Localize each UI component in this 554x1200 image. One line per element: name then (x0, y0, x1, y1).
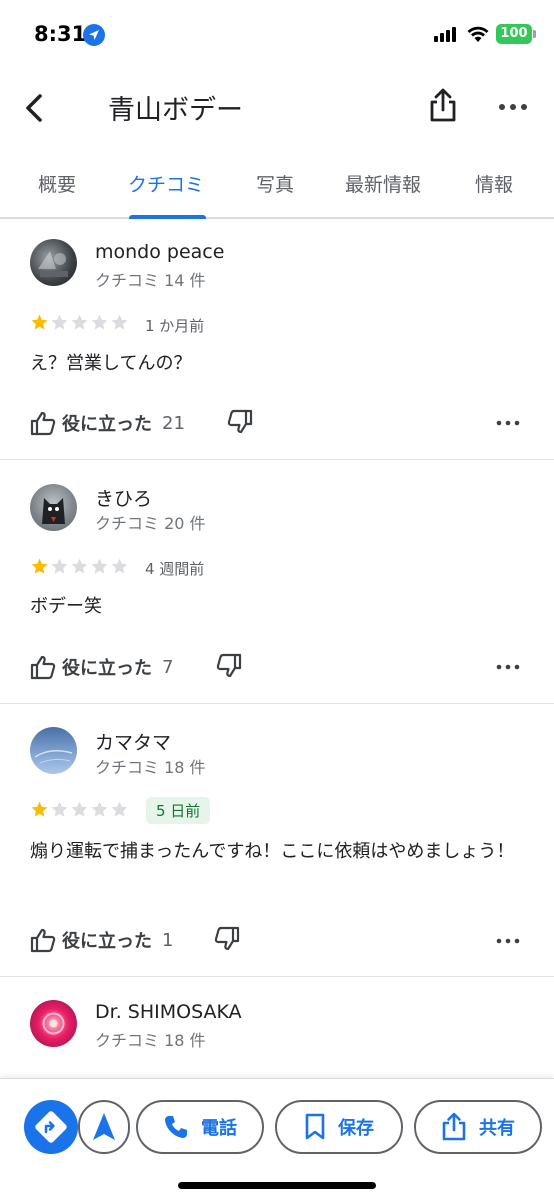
call-label: 電話 (201, 1118, 237, 1139)
directions-button[interactable] (24, 1100, 78, 1154)
reviewer-name[interactable]: Dr. SHIMOSAKA (95, 1001, 242, 1023)
location-arrow-icon (83, 24, 105, 46)
star-empty-icon (71, 314, 88, 330)
tab-overview[interactable]: 概要 (38, 170, 76, 197)
review-text: え？営業してんの？ (30, 353, 192, 374)
helpful-label: 役に立った (62, 931, 152, 952)
more-icon (499, 104, 527, 110)
reviewer-name[interactable]: mondo peace (95, 241, 224, 263)
more-icon (496, 420, 520, 426)
share-icon (442, 1112, 466, 1141)
helpful-label: 役に立った (62, 414, 152, 435)
share-place-button[interactable]: 共有 (414, 1100, 542, 1154)
thumbs-down-icon (214, 926, 240, 951)
helpful-label: 役に立った (62, 658, 152, 679)
star-rating (30, 557, 129, 576)
tab-photos[interactable]: 写真 (256, 170, 294, 197)
tab-bar: 概要 クチコミ 写真 最新情報 情報 (0, 150, 554, 219)
helpful-count: 21 (162, 412, 185, 434)
cellular-signal-icon (434, 27, 456, 42)
star-empty-icon (111, 558, 128, 574)
directions-icon (35, 1111, 67, 1143)
review-card: mondo peace クチコミ 14 件 1 か月前 え？営業してんの？ 役に… (0, 219, 554, 460)
bottom-action-bar: 電話 保存 共有 (0, 1078, 554, 1200)
review-card: カマタマ クチコミ 18 件 5 日前 煽り運転で捕まったんですね！ここに依頼は… (0, 704, 554, 977)
review-more-button[interactable] (494, 659, 522, 673)
reviewer-avatar[interactable] (30, 239, 77, 286)
save-label: 保存 (338, 1118, 374, 1139)
not-helpful-button[interactable] (227, 409, 257, 439)
reviewer-review-count: クチコミ 14 件 (95, 271, 206, 290)
tab-about[interactable]: 情報 (475, 170, 513, 197)
back-button[interactable] (18, 88, 52, 128)
star-filled-icon (31, 314, 48, 330)
status-time: 8:31 (34, 22, 87, 46)
place-header: 青山ボデー (0, 70, 554, 150)
share-icon (430, 88, 456, 122)
share-label: 共有 (479, 1118, 515, 1139)
save-button[interactable]: 保存 (275, 1100, 403, 1154)
not-helpful-button[interactable] (216, 653, 246, 683)
star-empty-icon (91, 801, 108, 817)
battery-indicator: 100 (496, 24, 536, 44)
reviewer-review-count: クチコミ 18 件 (95, 1031, 206, 1050)
star-empty-icon (91, 314, 108, 330)
reviewer-avatar[interactable] (30, 727, 77, 774)
wifi-icon (467, 26, 489, 42)
reviewer-name[interactable]: きひろ (95, 484, 152, 511)
star-empty-icon (51, 801, 68, 817)
thumbs-up-icon (30, 655, 56, 680)
reviewer-review-count: クチコミ 18 件 (95, 758, 206, 777)
star-empty-icon (51, 314, 68, 330)
star-empty-icon (111, 314, 128, 330)
share-button[interactable] (425, 86, 461, 126)
reviewer-avatar[interactable] (30, 1000, 77, 1047)
star-rating (30, 800, 129, 819)
status-bar: 8:31 100 (0, 0, 554, 70)
review-more-button[interactable] (494, 933, 522, 947)
more-icon (496, 664, 520, 670)
place-title: 青山ボデー (108, 95, 243, 126)
navigate-icon (93, 1113, 115, 1140)
tab-updates[interactable]: 最新情報 (345, 170, 421, 197)
thumbs-down-icon (216, 653, 242, 678)
review-more-button[interactable] (494, 415, 522, 429)
reviewer-avatar[interactable] (30, 484, 77, 531)
not-helpful-button[interactable] (214, 926, 244, 956)
star-empty-icon (71, 801, 88, 817)
review-date: 4 週間前 (145, 560, 205, 578)
helpful-button[interactable]: 役に立った 21 (30, 407, 185, 439)
review-card: Dr. SHIMOSAKA クチコミ 18 件 (0, 977, 554, 1078)
star-empty-icon (111, 801, 128, 817)
thumbs-up-icon (30, 411, 56, 436)
more-options-button[interactable] (496, 92, 530, 122)
reviewer-review-count: クチコミ 20 件 (95, 514, 206, 533)
star-filled-icon (31, 558, 48, 574)
star-filled-icon (31, 801, 48, 817)
thumbs-up-icon (30, 928, 56, 953)
more-icon (496, 938, 520, 944)
tab-reviews[interactable]: クチコミ (128, 170, 204, 197)
review-date-badge: 5 日前 (146, 797, 211, 824)
helpful-count: 1 (162, 929, 174, 951)
bookmark-icon (305, 1113, 325, 1140)
home-indicator (178, 1182, 376, 1189)
call-button[interactable]: 電話 (136, 1100, 264, 1154)
helpful-button[interactable]: 役に立った 1 (30, 924, 173, 956)
review-date: 1 か月前 (145, 317, 205, 335)
reviewer-name[interactable]: カマタマ (95, 728, 171, 755)
start-navigation-button[interactable] (78, 1100, 130, 1154)
back-arrow-icon (26, 94, 42, 122)
star-empty-icon (91, 558, 108, 574)
review-card: きひろ クチコミ 20 件 4 週間前 ボデー笑 役に立った 7 (0, 460, 554, 704)
review-text: 煽り運転で捕まったんですね！ここに依頼はやめましょう！ (30, 841, 515, 862)
review-text: ボデー笑 (30, 596, 102, 617)
star-empty-icon (51, 558, 68, 574)
star-empty-icon (71, 558, 88, 574)
star-rating (30, 313, 129, 332)
helpful-count: 7 (162, 656, 174, 678)
helpful-button[interactable]: 役に立った 7 (30, 651, 173, 683)
phone-icon (165, 1116, 187, 1138)
thumbs-down-icon (227, 409, 253, 434)
